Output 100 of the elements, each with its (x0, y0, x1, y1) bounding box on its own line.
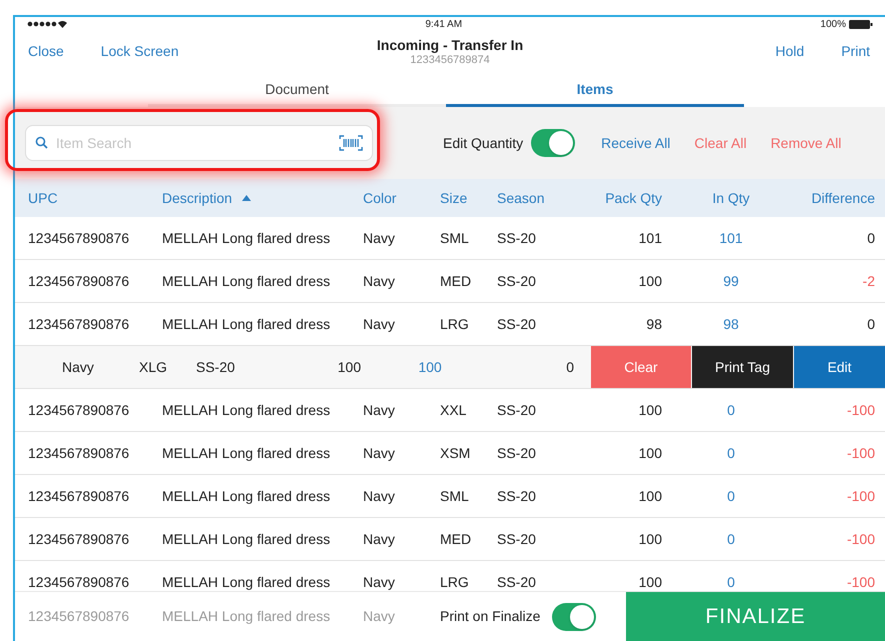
table-cell-text: 1234567890876 (28, 572, 130, 591)
table-cell-text: XLG (139, 358, 168, 376)
header-button[interactable]: Print (841, 40, 870, 62)
table-cell-text: SS-20 (497, 314, 536, 334)
faded-table-cell: Navy (363, 608, 395, 624)
table-cell-text: Navy (363, 400, 395, 420)
table-cell-text: SS-20 (497, 228, 536, 248)
column-header[interactable]: In Qty (712, 188, 750, 208)
table-cell-text: 0 (727, 486, 735, 506)
table-cell-text: 1234567890876 (28, 314, 130, 334)
table-cell-text: SS-20 (497, 572, 536, 591)
table-cell-text: 0 (566, 358, 574, 376)
toggle-switch[interactable] (552, 602, 596, 630)
table-cell-text: 1234567890876 (28, 228, 130, 248)
column-header[interactable]: UPC (28, 188, 58, 208)
table-cell-text: 98 (646, 314, 662, 334)
battery-icon (849, 20, 873, 28)
page-title: Incoming - Transfer In (376, 36, 524, 54)
table-cell-text: -2 (862, 272, 875, 290)
edit-quantity-label: Edit Quantity (443, 134, 524, 153)
table-cell-text: Navy (363, 444, 395, 463)
table-cell-text: 100 (638, 572, 662, 591)
column-header[interactable]: Pack Qty (605, 188, 662, 208)
table-cell-text: MELLAH Long flared dress (162, 400, 330, 420)
row-action-button[interactable]: Edit (794, 346, 885, 388)
table-cell-text: Navy (363, 486, 395, 506)
search-icon (35, 136, 48, 149)
table-cell-text: SS-20 (497, 444, 536, 462)
table-cell-text: 98 (723, 314, 739, 334)
table-cell-text: MELLAH Long flared dress (162, 530, 330, 549)
table-cell-text: 1234567890876 (28, 444, 130, 462)
toolbar-button[interactable]: Clear All (694, 132, 747, 154)
table-cell-text: 100 (638, 400, 662, 420)
header-button[interactable]: Lock Screen (100, 40, 179, 62)
table-cell-text: SS-20 (497, 486, 536, 506)
table-cell-text: 101 (719, 228, 743, 248)
table-cell-text: Navy (363, 572, 395, 591)
row-action-button[interactable]: Print Tag (692, 346, 793, 388)
table-cell-text: MED (440, 272, 472, 290)
column-header[interactable]: Color (363, 188, 396, 208)
table-cell-text: MELLAH Long flared dress (162, 572, 330, 591)
table-cell-text: SS-20 (497, 272, 536, 290)
search-field[interactable]: Item Search (25, 125, 373, 161)
table-cell-text: XSM (440, 444, 470, 462)
table-cell-text: -100 (846, 572, 875, 591)
table-cell-text: 0 (727, 400, 735, 420)
table-cell-text: 1234567890876 (28, 486, 130, 506)
table-cell-text: 100 (638, 272, 662, 290)
column-header[interactable]: Difference (811, 188, 875, 208)
table-cell-text: 1234567890876 (28, 530, 130, 548)
toolbar-button[interactable]: Remove All (770, 132, 842, 154)
table-cell-text: Navy (62, 358, 94, 377)
table-cell-text: 100 (638, 530, 662, 548)
table-cell-text: MELLAH Long flared dress (162, 228, 330, 248)
table-cell-text: 100 (338, 358, 361, 376)
table-cell-text: -100 (846, 530, 875, 548)
table-cell-text: 1234567890876 (28, 272, 130, 290)
header-button[interactable]: Close (28, 40, 64, 62)
table-cell-text: 99 (723, 272, 739, 290)
row-action-button[interactable]: Clear (591, 346, 691, 388)
table-cell-text: Navy (363, 314, 395, 334)
column-header[interactable]: Size (440, 188, 468, 208)
header-button[interactable]: Hold (775, 40, 804, 62)
table-cell-text: 101 (638, 228, 662, 248)
table-cell-text: Navy (363, 228, 395, 248)
table-cell-text: -100 (846, 486, 875, 506)
document-number: 1233456789874 (410, 54, 490, 66)
table-cell-text: LRG (440, 314, 469, 334)
table-cell-text: Navy (363, 272, 395, 291)
finalize-button[interactable]: FINALIZE (626, 592, 885, 641)
table-cell-text: SML (440, 228, 469, 248)
table-cell-text: 0 (867, 228, 875, 248)
print-on-finalize-label: Print on Finalize (440, 607, 540, 626)
table-cell-text: MELLAH Long flared dress (162, 272, 330, 291)
signal-icon (27, 20, 67, 28)
table-cell-text: SS-20 (497, 530, 536, 548)
table-cell-text: SML (440, 486, 469, 506)
sort-up-icon (242, 195, 252, 201)
table-cell-text: 100 (638, 444, 662, 462)
table-cell-text: 0 (867, 314, 875, 334)
status-time: 9:41 AM (425, 18, 462, 32)
table-cell-text: -100 (846, 444, 875, 462)
barcode-icon (339, 135, 363, 151)
table-cell-text: 1234567890876 (28, 400, 130, 420)
table-cell-text: SS-20 (497, 400, 536, 420)
table-cell-text: 0 (727, 530, 735, 548)
table-cell-text: 0 (727, 444, 735, 462)
table-cell-text: -100 (846, 400, 875, 420)
toggle-switch[interactable] (531, 129, 576, 157)
column-header[interactable]: Season (497, 188, 544, 208)
toolbar-button[interactable]: Receive All (601, 132, 670, 154)
table-cell-text: SS-20 (196, 358, 235, 376)
table-cell-text: MELLAH Long flared dress (162, 444, 330, 463)
table-cell-text: MED (440, 530, 472, 548)
faded-table-cell: 1234567890876 (28, 608, 130, 624)
table-cell-text: MELLAH Long flared dress (162, 486, 330, 506)
table-cell-text: LRG (440, 572, 469, 591)
table-cell-text: 100 (418, 358, 442, 376)
column-header[interactable]: Description (162, 188, 232, 208)
table-cell-text: XXL (440, 400, 466, 420)
